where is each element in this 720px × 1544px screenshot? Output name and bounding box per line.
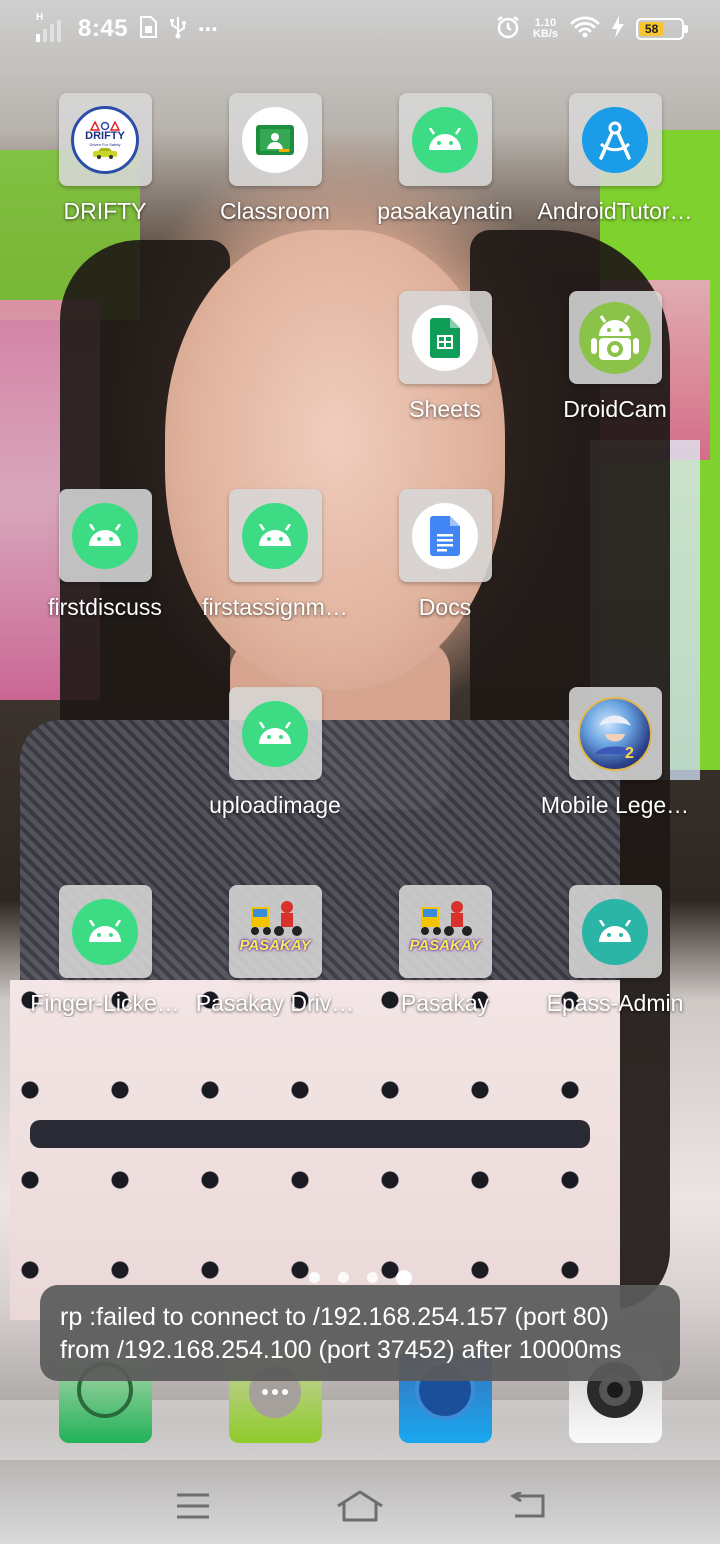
app-label: Pasakay: [400, 990, 490, 1016]
mobile-legends-icon: 2: [578, 696, 652, 771]
page-dot[interactable]: [337, 1272, 349, 1283]
pasakay-logo-text: PASAKAY: [409, 936, 481, 954]
app-docs[interactable]: Docs: [360, 489, 530, 621]
drifty-logo-text: DRIFTY: [85, 129, 125, 142]
app-label: Mobile Lege…: [540, 792, 690, 818]
android-icon: [582, 898, 648, 965]
app-grid: DRIFTY Driven For Safety DRIFTY Classroo…: [0, 0, 720, 1100]
page-indicator: [0, 1270, 720, 1286]
app-tile[interactable]: [228, 93, 322, 186]
app-tile[interactable]: [568, 93, 662, 186]
app-tile[interactable]: [568, 885, 662, 978]
toast-message: rp :failed to connect to /192.168.254.15…: [40, 1285, 680, 1381]
app-tile[interactable]: [228, 489, 322, 582]
app-tile[interactable]: PASAKAY: [228, 885, 322, 978]
app-tile[interactable]: [228, 687, 322, 780]
android-icon: [72, 502, 138, 569]
classroom-icon: [242, 106, 308, 173]
pasakay-logo-text: PASAKAY: [239, 936, 311, 954]
menu-icon[interactable]: [163, 1481, 223, 1531]
app-label: DRIFTY: [63, 198, 147, 224]
app-label: firstdiscuss: [48, 594, 162, 620]
app-sheets[interactable]: Sheets: [360, 291, 530, 423]
app-drifty[interactable]: DRIFTY Driven For Safety DRIFTY: [20, 93, 190, 225]
app-label: Docs: [418, 594, 472, 620]
navigation-bar: [0, 1468, 720, 1544]
app-tile[interactable]: [398, 489, 492, 582]
app-firstassignment[interactable]: firstassignm…: [190, 489, 360, 621]
app-tile[interactable]: [58, 489, 152, 582]
app-label: firstassignm…: [202, 594, 348, 620]
android-icon: [412, 106, 478, 173]
android-icon: [72, 898, 138, 965]
app-pasakay-driver[interactable]: PASAKAY Pasakay Driv…: [190, 885, 360, 1017]
app-pasakaynatin[interactable]: pasakaynatin: [360, 93, 530, 225]
app-tile[interactable]: [568, 291, 662, 384]
pasakay-icon: PASAKAY: [405, 897, 485, 967]
app-tile[interactable]: PASAKAY: [398, 885, 492, 978]
app-finger-licker[interactable]: Finger-Licke…: [20, 885, 190, 1017]
app-tile[interactable]: [58, 885, 152, 978]
app-label: uploadimage: [209, 792, 341, 818]
app-label: pasakaynatin: [377, 198, 513, 224]
droidcam-icon: [579, 301, 651, 374]
toast-text: rp :failed to connect to /192.168.254.15…: [60, 1303, 622, 1364]
app-firstdiscuss[interactable]: firstdiscuss: [20, 489, 190, 621]
sheets-icon: [412, 304, 478, 371]
page-dot[interactable]: [308, 1272, 320, 1283]
app-label: Epass-Admin: [546, 990, 684, 1016]
svg-text:2: 2: [625, 745, 634, 762]
app-label: AndroidTutor…: [537, 198, 693, 224]
app-label: Classroom: [220, 198, 330, 224]
back-icon[interactable]: [497, 1481, 557, 1531]
home-icon[interactable]: [330, 1481, 390, 1531]
android-studio-icon: [582, 106, 648, 173]
docs-icon: [412, 502, 478, 569]
app-tile[interactable]: [398, 93, 492, 186]
app-tile[interactable]: [398, 291, 492, 384]
page-dot[interactable]: [366, 1272, 378, 1283]
app-label: Pasakay Driv…: [195, 990, 355, 1016]
app-tile[interactable]: 2: [568, 687, 662, 780]
app-label: DroidCam: [563, 396, 667, 422]
app-mobile-legends[interactable]: 2 Mobile Lege…: [530, 687, 700, 819]
app-label: Sheets: [409, 396, 481, 422]
app-uploadimage[interactable]: uploadimage: [190, 687, 360, 819]
app-classroom[interactable]: Classroom: [190, 93, 360, 225]
app-androidtutor[interactable]: AndroidTutor…: [530, 93, 700, 225]
android-icon: [242, 502, 308, 569]
app-droidcam[interactable]: DroidCam: [530, 291, 700, 423]
drifty-icon: DRIFTY Driven For Safety: [71, 105, 139, 174]
app-pasakay[interactable]: PASAKAY Pasakay: [360, 885, 530, 1017]
app-epass-admin[interactable]: Epass-Admin: [530, 885, 700, 1017]
app-label: Finger-Licke…: [30, 990, 180, 1016]
app-tile[interactable]: DRIFTY Driven For Safety: [58, 93, 152, 186]
android-icon: [242, 700, 308, 767]
page-dot-active[interactable]: [395, 1270, 412, 1286]
pasakay-icon: PASAKAY: [235, 897, 315, 967]
